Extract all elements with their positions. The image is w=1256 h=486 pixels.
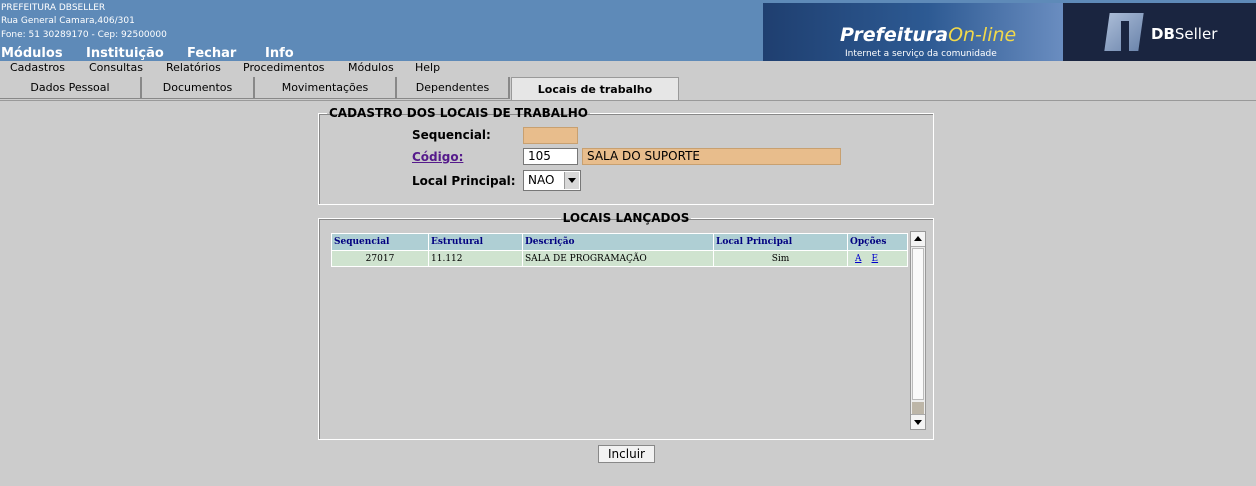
exclude-link[interactable]: E [872, 254, 879, 264]
alter-link[interactable]: A [855, 254, 862, 264]
grid-scrollbar[interactable] [910, 231, 926, 430]
tab-bar: Dados Pessoal Documentos Movimentações D… [0, 77, 1256, 101]
incluir-button[interactable]: Incluir [598, 445, 655, 463]
col-local-principal: Local Principal [713, 233, 848, 251]
menu-modulos[interactable]: Módulos [348, 61, 394, 74]
dbseller-brand-name: DBSeller [1151, 25, 1217, 43]
top-header: PREFEITURA DBSELLER Rua General Camara,4… [0, 0, 1256, 61]
cell-sequencial: 27017 [331, 250, 429, 267]
banner-title-prefix: Prefeitura [840, 24, 949, 46]
cadastro-legend: CADASTRO DOS LOCAIS DE TRABALHO [329, 106, 588, 120]
tab-divider [0, 100, 1256, 101]
codigo-description-field: SALA DO SUPORTE [582, 148, 841, 165]
org-phone: Fone: 51 30289170 - Cep: 92500000 [1, 29, 167, 40]
org-address: Rua General Camara,406/301 [1, 16, 135, 27]
col-estrutural: Estrutural [428, 233, 523, 251]
sequencial-label: Sequencial: [412, 128, 491, 142]
scroll-thumb[interactable] [912, 248, 924, 400]
header-menu-instituicao[interactable]: Instituição [86, 46, 164, 61]
cell-opcoes: AE [847, 250, 908, 267]
header-menu-info[interactable]: Info [265, 46, 294, 61]
header-menu-fechar[interactable]: Fechar [187, 46, 236, 61]
codigo-link[interactable]: Código: [412, 150, 463, 164]
col-descricao: Descrição [522, 233, 714, 251]
banner-tagline: Internet a serviço da comunidade [845, 49, 997, 59]
dbseller-logo: DBSeller [1063, 3, 1256, 61]
menubar: Cadastros Consultas Relatórios Procedime… [0, 61, 1256, 75]
col-opcoes: Opções [847, 233, 908, 251]
local-principal-label: Local Principal: [412, 174, 516, 188]
menu-relatorios[interactable]: Relatórios [166, 61, 221, 74]
codigo-input[interactable]: 105 [523, 148, 578, 165]
local-principal-value: NAO [528, 173, 555, 187]
brand-db: DB [1151, 25, 1175, 43]
menu-cadastros[interactable]: Cadastros [10, 61, 65, 74]
tab-locais-de-trabalho[interactable]: Locais de trabalho [511, 77, 679, 101]
scroll-up-icon[interactable] [911, 232, 925, 247]
menu-procedimentos[interactable]: Procedimentos [243, 61, 325, 74]
menu-consultas[interactable]: Consultas [89, 61, 143, 74]
locais-table: Sequencial Estrutural Descrição Local Pr… [331, 233, 908, 267]
chevron-down-icon[interactable] [564, 172, 579, 189]
header-menu-modulos[interactable]: Módulos [1, 46, 63, 61]
sequencial-field[interactable] [523, 127, 578, 144]
local-principal-select[interactable]: NAO [523, 170, 581, 191]
locais-grid: Sequencial Estrutural Descrição Local Pr… [331, 231, 927, 430]
scroll-down-icon[interactable] [911, 414, 925, 429]
locais-lancados-legend: LOCAIS LANÇADOS [562, 211, 690, 225]
col-sequencial: Sequencial [331, 233, 429, 251]
tab-movimentacoes[interactable]: Movimentações [255, 77, 397, 99]
banner-title: PrefeituraOn-line [840, 24, 1016, 46]
tab-documentos[interactable]: Documentos [142, 77, 255, 99]
tab-dependentes[interactable]: Dependentes [397, 77, 510, 99]
cell-local-principal: Sim [713, 250, 848, 267]
tab-dados-pessoal[interactable]: Dados Pessoal [0, 77, 142, 99]
org-info: PREFEITURA DBSELLER Rua General Camara,4… [1, 2, 167, 42]
cell-estrutural: 11.112 [428, 250, 523, 267]
org-name: PREFEITURA DBSELLER [1, 3, 106, 13]
brand-seller: Seller [1174, 25, 1218, 43]
menu-help[interactable]: Help [415, 61, 440, 74]
table-row: 27017 11.112 SALA DE PROGRAMAÇÃO Sim AE [331, 250, 908, 267]
banner-title-online: On-line [948, 24, 1017, 46]
cell-descricao: SALA DE PROGRAMAÇÃO [522, 250, 714, 267]
table-header-row: Sequencial Estrutural Descrição Local Pr… [331, 233, 908, 251]
prefeitura-online-banner: PrefeituraOn-line Internet a serviço da … [763, 3, 1063, 61]
dbseller-logo-gap [1121, 21, 1129, 51]
